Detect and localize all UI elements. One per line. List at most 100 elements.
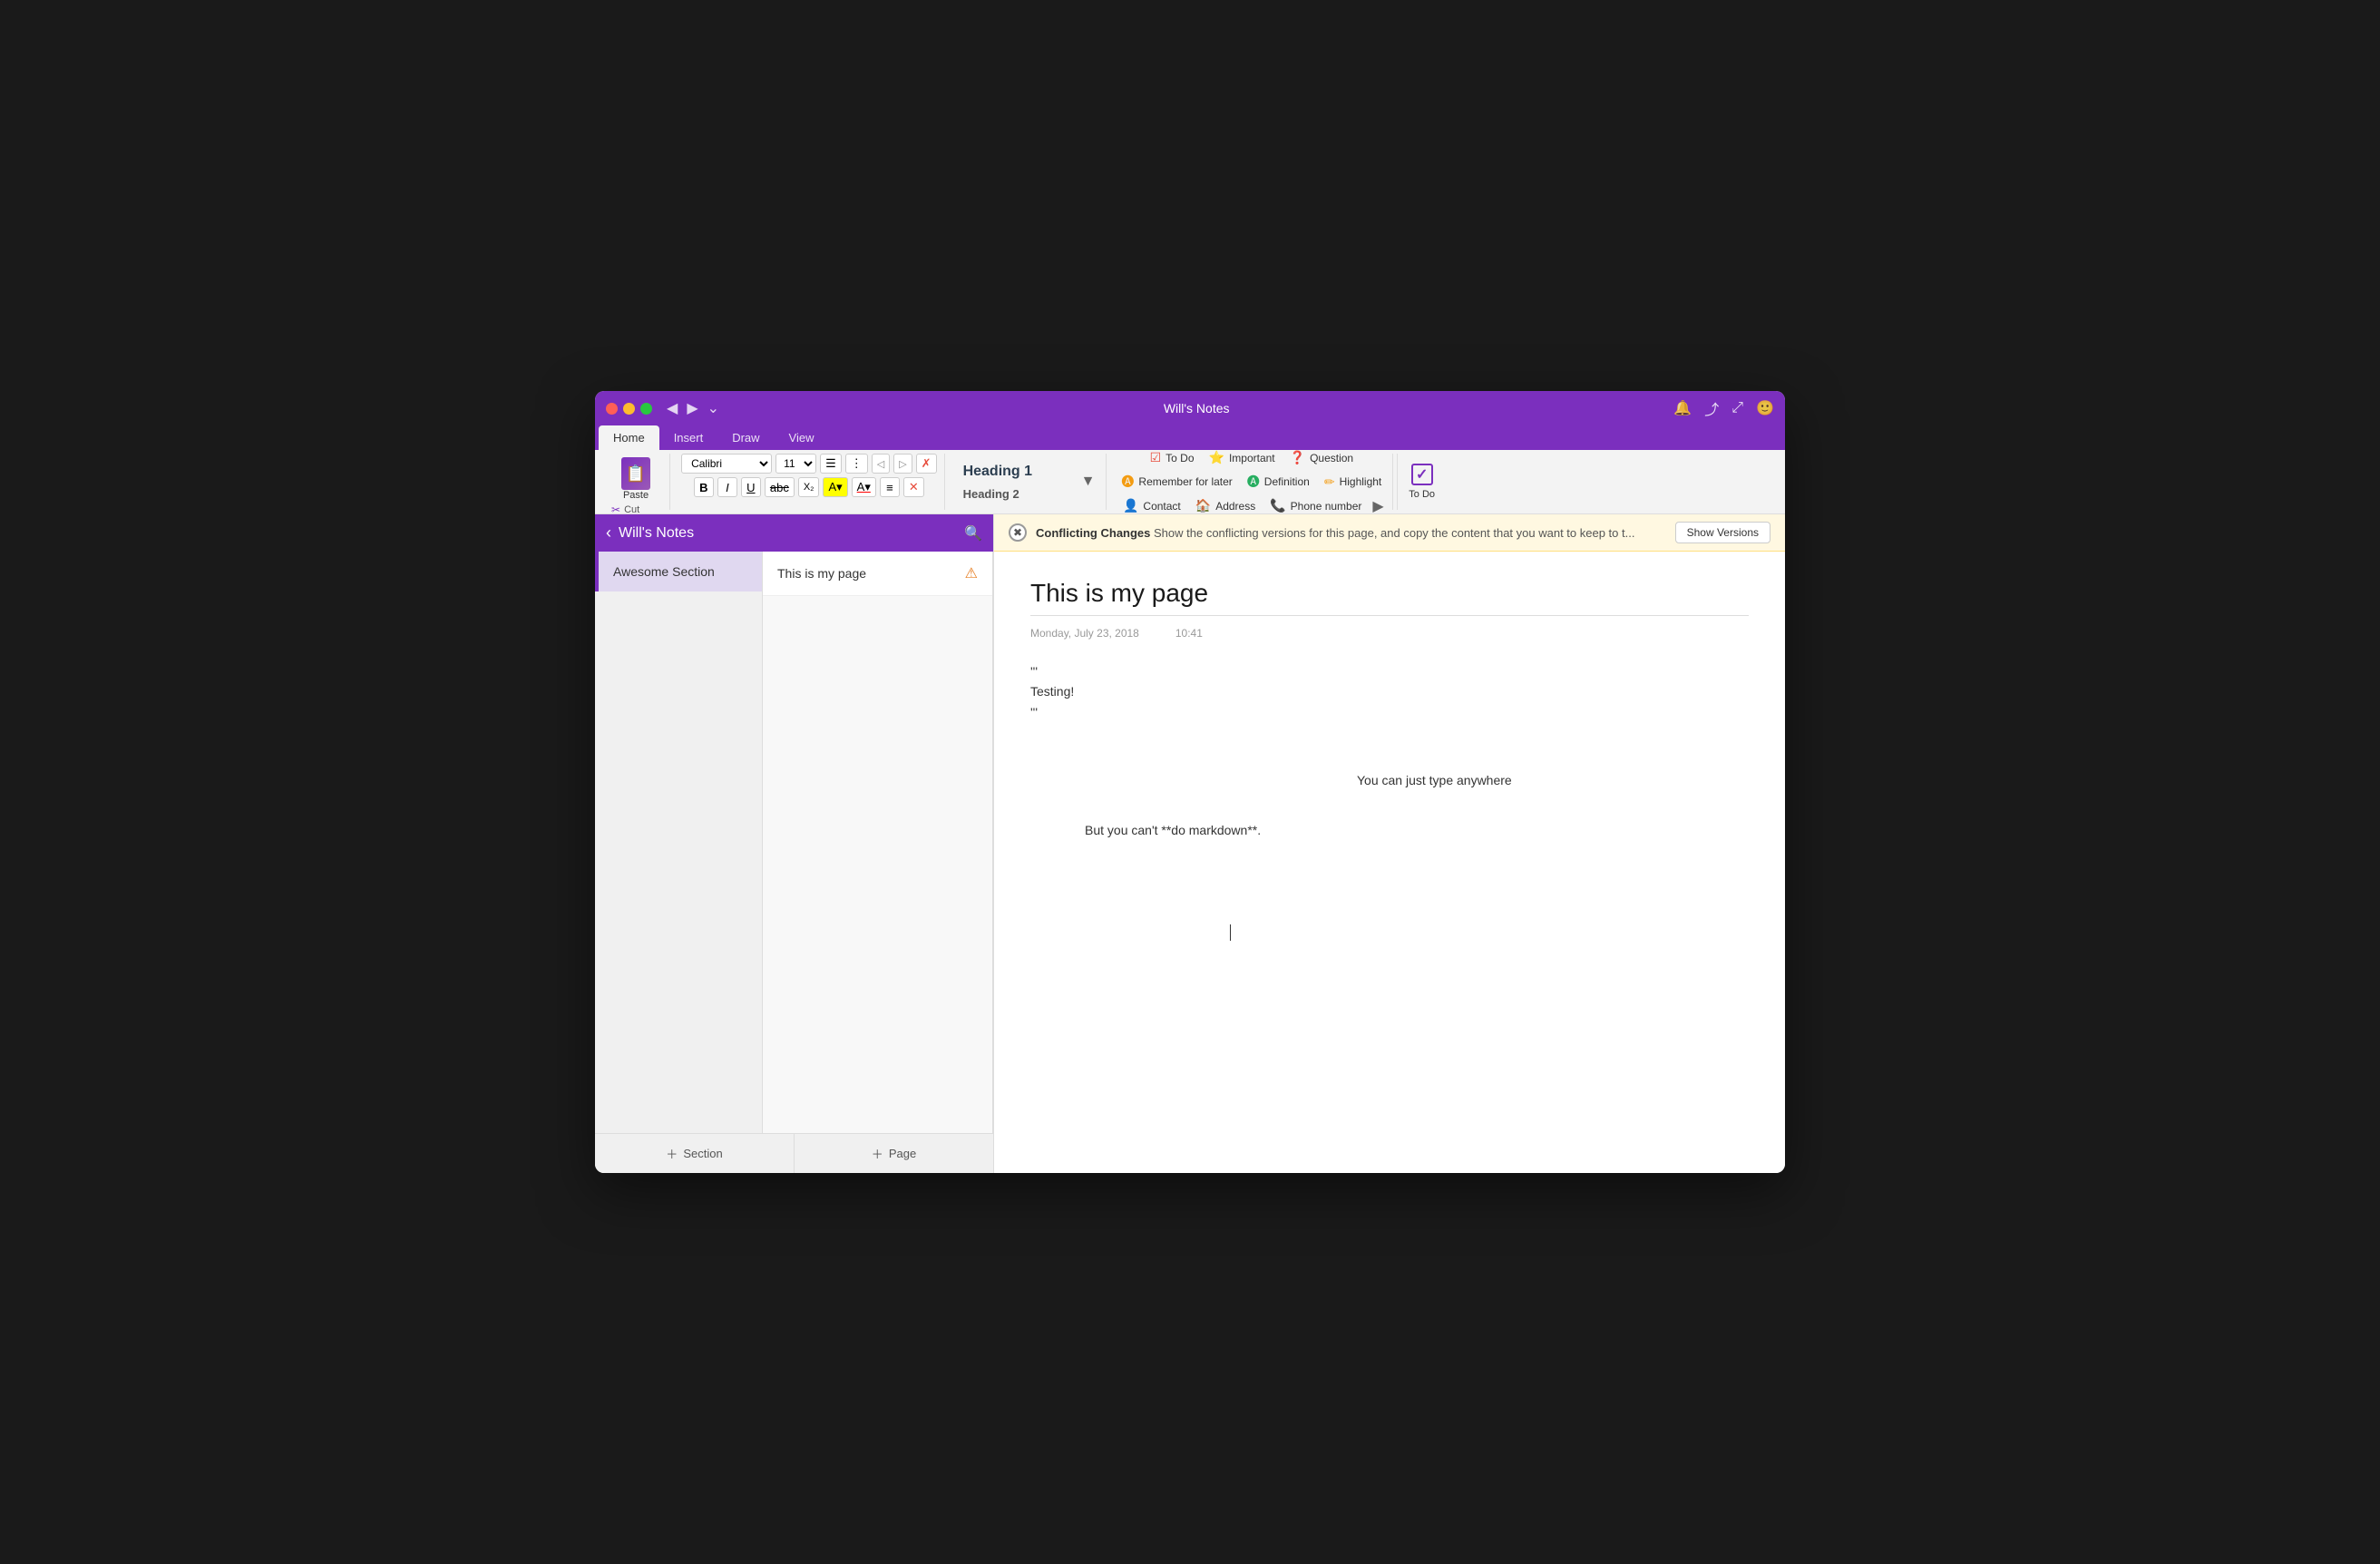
bold-button[interactable]: B: [694, 477, 714, 497]
font-family-select[interactable]: Calibri: [681, 454, 772, 474]
tab-insert[interactable]: Insert: [659, 425, 718, 450]
tab-view[interactable]: View: [775, 425, 829, 450]
paste-button[interactable]: 📋 Paste: [621, 457, 650, 501]
smiley-icon[interactable]: 🙂: [1756, 399, 1774, 417]
tab-draw[interactable]: Draw: [717, 425, 774, 450]
tags-row-1: ☑ To Do ⭐ Important ❓ Question: [1146, 448, 1358, 467]
phone-icon: 📞: [1270, 498, 1285, 513]
styles-list: Heading 1 Heading 2: [956, 461, 1074, 503]
sidebar-back-button[interactable]: ‹: [606, 523, 611, 543]
add-section-button[interactable]: ＋ Section: [595, 1134, 795, 1173]
font-color-button[interactable]: A▾: [852, 477, 876, 497]
bell-icon[interactable]: 🔔: [1673, 399, 1692, 417]
contact-label: Contact: [1143, 500, 1180, 513]
decrease-indent-button[interactable]: ◁: [872, 454, 890, 474]
tag-address[interactable]: 🏠 Address: [1192, 496, 1259, 515]
traffic-lights: [606, 403, 652, 415]
page-meta: Monday, July 23, 2018 10:41: [1030, 627, 1749, 640]
font-row-2: B I U abc X₂ A▾ A▾ ≡ ✕: [694, 477, 924, 497]
highlight-label: Highlight: [1340, 475, 1382, 488]
content-area: ✖ Conflicting Changes Show the conflicti…: [994, 514, 1785, 1173]
styles-expand-arrow[interactable]: ▼: [1078, 474, 1099, 490]
question-icon: ❓: [1290, 450, 1305, 465]
warning-icon: ⚠: [965, 564, 978, 582]
definition-icon: 🅐: [1247, 473, 1260, 491]
tag-remember[interactable]: 🅐 Remember for later: [1117, 471, 1235, 493]
window-title: Will's Notes: [719, 401, 1673, 415]
titlebar: ◀ ▶ ⌄ Will's Notes 🔔 ⤴ ⤢ 🙂: [595, 391, 1785, 425]
clear-format-button[interactable]: ✗: [916, 454, 937, 474]
page-body[interactable]: ''' Testing! ''' You can just type anywh…: [1030, 661, 1749, 1024]
styles-group: Heading 1 Heading 2 ▼: [949, 454, 1107, 510]
highlight-button[interactable]: A▾: [823, 477, 847, 497]
page-label: This is my page: [777, 566, 958, 581]
section-label: Awesome Section: [613, 564, 715, 579]
font-size-select[interactable]: 11: [775, 454, 816, 474]
tag-phone[interactable]: 📞 Phone number: [1266, 496, 1365, 515]
remember-icon: 🅐: [1121, 473, 1134, 491]
erase-button[interactable]: ✕: [903, 477, 924, 497]
paste-icon: 📋: [621, 457, 650, 490]
underline-button[interactable]: U: [741, 477, 761, 497]
minimize-button[interactable]: [623, 403, 635, 415]
add-section-label: Section: [683, 1147, 722, 1160]
heading2-style[interactable]: Heading 2: [956, 484, 1074, 503]
tag-definition[interactable]: 🅐 Definition: [1244, 471, 1313, 493]
conflict-title: Conflicting Changes: [1036, 526, 1150, 540]
conflict-icon: ✖: [1009, 523, 1027, 542]
main-layout: ‹ Will's Notes 🔍 Awesome Section This is…: [595, 514, 1785, 1173]
paste-label: Paste: [623, 490, 649, 501]
page-content[interactable]: This is my page Monday, July 23, 2018 10…: [994, 552, 1785, 1173]
add-page-button[interactable]: ＋ Page: [795, 1134, 993, 1173]
question-label: Question: [1310, 452, 1353, 464]
todo-label: To Do: [1166, 452, 1194, 464]
tag-highlight[interactable]: ✏ Highlight: [1321, 473, 1385, 492]
conflict-text: Conflicting Changes Show the conflicting…: [1036, 526, 1666, 540]
text-cursor: [1230, 924, 1231, 941]
italic-button[interactable]: I: [717, 477, 737, 497]
tag-important[interactable]: ⭐ Important: [1205, 448, 1279, 467]
tags-row-2: 🅐 Remember for later 🅐 Definition ✏ High…: [1117, 471, 1385, 493]
note-content-testing: ''' Testing! ''': [1030, 661, 1074, 722]
todo-button[interactable]: ✓ To Do: [1397, 454, 1446, 510]
testing-line: Testing!: [1030, 681, 1074, 701]
increase-indent-button[interactable]: ▷: [893, 454, 912, 474]
numbered-list-button[interactable]: ⋮: [845, 454, 868, 474]
sidebar-search-button[interactable]: 🔍: [964, 524, 982, 543]
page-time: 10:41: [1175, 627, 1203, 640]
ribbon-tabs: Home Insert Draw View: [595, 425, 1785, 450]
strikethrough-button[interactable]: abc: [765, 477, 795, 497]
tags-expand-arrow[interactable]: ▶: [1372, 497, 1383, 515]
tab-home[interactable]: Home: [599, 425, 659, 450]
tag-contact[interactable]: 👤 Contact: [1119, 496, 1185, 515]
show-versions-button[interactable]: Show Versions: [1675, 522, 1770, 543]
add-page-label: Page: [889, 1147, 916, 1160]
tag-question[interactable]: ❓ Question: [1286, 448, 1357, 467]
backtick-line-2: ''': [1030, 702, 1074, 722]
forward-icon[interactable]: ▶: [687, 399, 697, 417]
backtick-line-1: ''': [1030, 661, 1074, 681]
bullet-list-button[interactable]: ☰: [820, 454, 842, 474]
important-label: Important: [1229, 452, 1275, 464]
page-date: Monday, July 23, 2018: [1030, 627, 1139, 640]
share-icon[interactable]: ⤴: [1704, 397, 1719, 419]
tags-group: ☑ To Do ⭐ Important ❓ Question 🅐: [1110, 454, 1393, 510]
page-item-this-is-my-page[interactable]: This is my page ⚠: [763, 552, 992, 596]
close-button[interactable]: [606, 403, 618, 415]
highlight-icon: ✏: [1324, 474, 1335, 490]
paste-group: 📋 Paste ✂ Cut ⧉ Copy 🖌 Format: [602, 454, 670, 510]
align-button[interactable]: ≡: [880, 477, 900, 497]
todo-button-label: To Do: [1409, 489, 1435, 500]
dropdown-icon[interactable]: ⌄: [707, 399, 719, 417]
subscript-button[interactable]: X₂: [798, 477, 820, 497]
tag-todo[interactable]: ☑ To Do: [1146, 448, 1198, 467]
back-icon[interactable]: ◀: [667, 399, 678, 417]
maximize-button[interactable]: [640, 403, 652, 415]
pages-column: This is my page ⚠: [763, 552, 993, 1133]
sidebar-item-awesome-section[interactable]: Awesome Section: [595, 552, 762, 591]
important-icon: ⭐: [1209, 450, 1224, 465]
heading1-style[interactable]: Heading 1: [956, 461, 1074, 483]
app-window: ◀ ▶ ⌄ Will's Notes 🔔 ⤴ ⤢ 🙂 Home Insert D…: [595, 391, 1785, 1173]
expand-icon[interactable]: ⤢: [1731, 400, 1743, 416]
note-content-anywhere: You can just type anywhere: [1357, 770, 1512, 790]
